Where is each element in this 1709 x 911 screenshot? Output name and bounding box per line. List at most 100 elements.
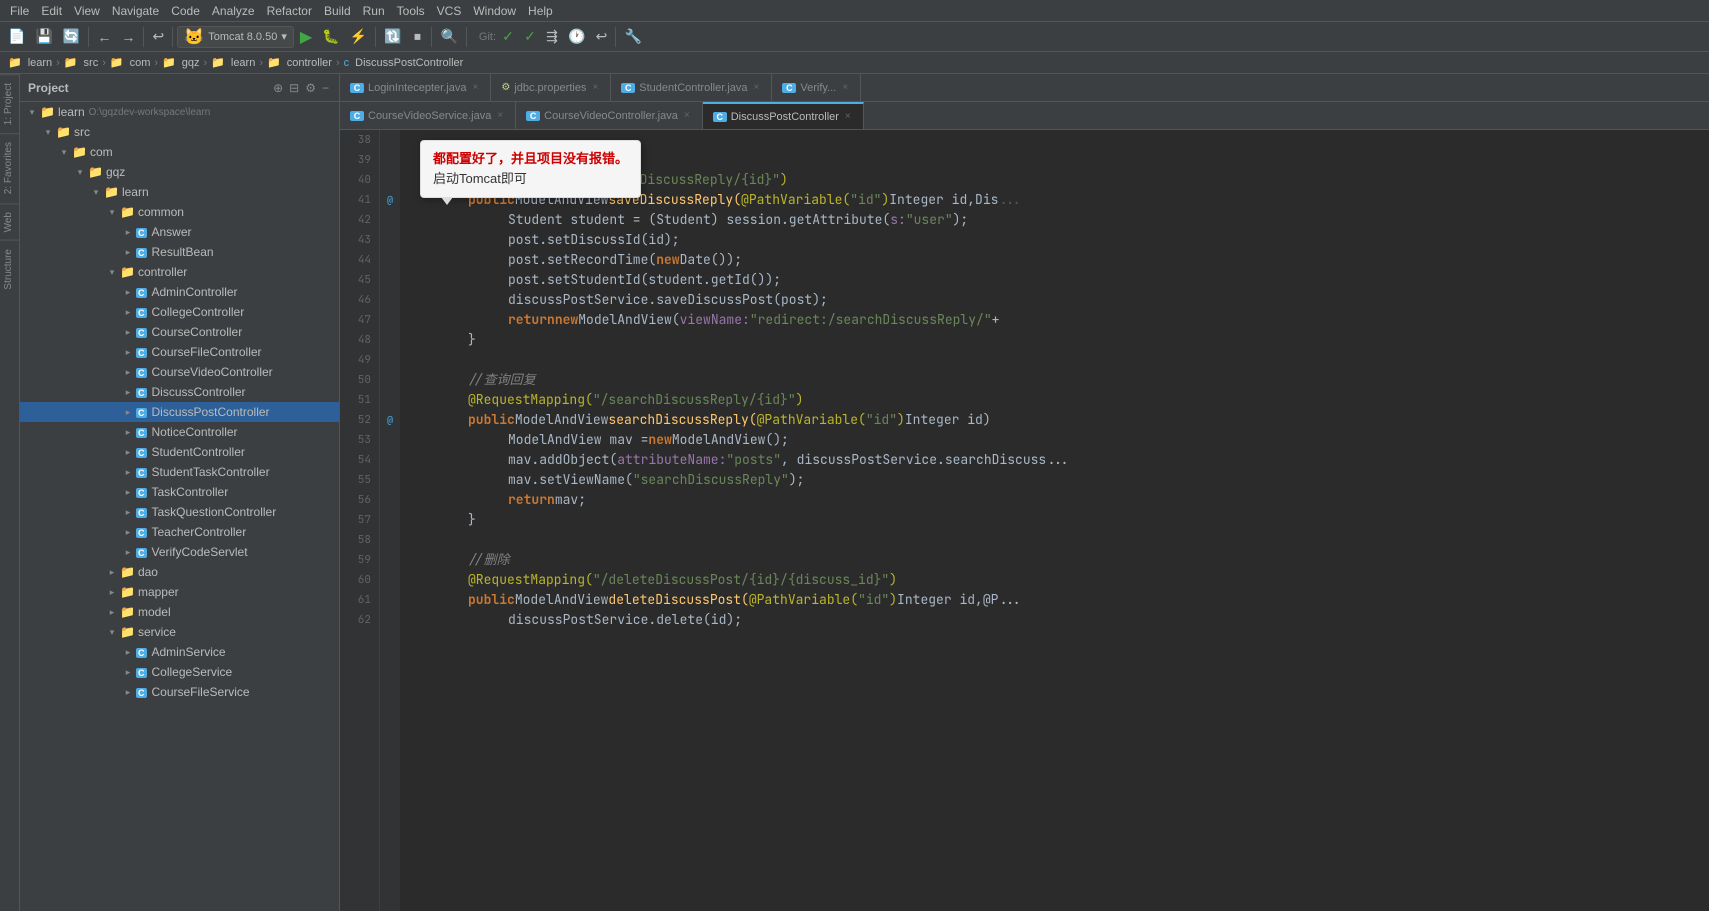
tree-item-mapper[interactable]: ▸ 📁 mapper: [20, 582, 339, 602]
panel-settings-btn[interactable]: ⚙: [303, 79, 318, 97]
tree-item-model[interactable]: ▸ 📁 model: [20, 602, 339, 622]
tree-item-CourseVideoController[interactable]: ▸ C CourseVideoController: [20, 362, 339, 382]
tab-LoginIntecepter[interactable]: C LoginIntecepter.java ×: [340, 74, 491, 101]
run-coverage-btn[interactable]: ⚡: [346, 25, 371, 49]
tree-item-learn-root[interactable]: ▾ 📁 learn O:\gqzdev-workspace\learn: [20, 102, 339, 122]
tree-item-service[interactable]: ▾ 📁 service: [20, 622, 339, 642]
tree-class-icon-Answer: C: [136, 225, 147, 239]
controller-breadcrumb-icon: 📁: [265, 56, 283, 69]
menu-file[interactable]: File: [4, 2, 35, 20]
tab-close-DiscussPostController[interactable]: ×: [843, 111, 853, 122]
tree-item-Answer[interactable]: ▸ C Answer: [20, 222, 339, 242]
back-btn[interactable]: ←: [93, 25, 115, 49]
tab-close-LoginIntecepter[interactable]: ×: [470, 82, 480, 93]
tree-item-StudentTaskController[interactable]: ▸ C StudentTaskController: [20, 462, 339, 482]
undo-btn[interactable]: ↩: [148, 25, 168, 49]
tree-item-ResultBean[interactable]: ▸ C ResultBean: [20, 242, 339, 262]
menu-navigate[interactable]: Navigate: [106, 2, 165, 20]
save-btn[interactable]: 💾: [31, 25, 56, 49]
tree-item-AdminController[interactable]: ▸ C AdminController: [20, 282, 339, 302]
tree-item-TeacherController[interactable]: ▸ C TeacherController: [20, 522, 339, 542]
menu-analyze[interactable]: Analyze: [206, 2, 261, 20]
breadcrumb-controller[interactable]: controller: [285, 57, 334, 69]
settings-btn[interactable]: 🔧: [620, 25, 645, 49]
tomcat-dropdown[interactable]: 🐱 Tomcat 8.0.50 ▾: [177, 26, 294, 48]
code-editor[interactable]: 都配置好了，并且项目没有报错。 启动Tomcat即可 38 39 40 41 4…: [340, 130, 1709, 911]
tab-close-CourseVideoController[interactable]: ×: [682, 110, 692, 121]
project-side-tab[interactable]: 1: Project: [0, 74, 19, 133]
new-file-btn[interactable]: 📄: [4, 25, 29, 49]
breadcrumb-gqz[interactable]: gqz: [180, 57, 202, 69]
tree-class-icon-AdminController: C: [136, 285, 147, 299]
tab-CourseVideoService[interactable]: C CourseVideoService.java ×: [340, 102, 516, 129]
sync-btn[interactable]: 🔄: [59, 25, 84, 49]
structure-side-tab[interactable]: Structure: [0, 240, 19, 298]
tab-close-StudentController[interactable]: ×: [752, 82, 762, 93]
tab-jdbc[interactable]: ⚙ jdbc.properties ×: [491, 74, 611, 101]
reload-btn[interactable]: 🔃: [380, 25, 405, 49]
code-content[interactable]: //添加回复 @RequestMapping("/saveDiscussRepl…: [400, 130, 1709, 911]
breadcrumb-discuss[interactable]: DiscussPostController: [353, 57, 465, 69]
tree-item-dao[interactable]: ▸ 📁 dao: [20, 562, 339, 582]
tree-folder-icon-com: 📁: [72, 145, 87, 159]
favorites-side-tab[interactable]: 2: Favorites: [0, 133, 19, 202]
tree-item-StudentController[interactable]: ▸ C StudentController: [20, 442, 339, 462]
menu-tools[interactable]: Tools: [391, 2, 431, 20]
web-side-tab[interactable]: Web: [0, 203, 19, 240]
tree-item-learn-sub[interactable]: ▾ 📁 learn: [20, 182, 339, 202]
run-btn[interactable]: ▶: [296, 25, 316, 49]
menu-view[interactable]: View: [68, 2, 106, 20]
tree-item-CourseFileService[interactable]: ▸ C CourseFileService: [20, 682, 339, 702]
tree-item-DiscussController[interactable]: ▸ C DiscussController: [20, 382, 339, 402]
tab-Verify[interactable]: C Verify... ×: [772, 74, 861, 101]
breadcrumb-learn-sub[interactable]: learn: [229, 57, 257, 69]
search-btn[interactable]: 🔍: [436, 25, 461, 49]
tree-item-AdminService[interactable]: ▸ C AdminService: [20, 642, 339, 662]
tree-item-TaskQuestionController[interactable]: ▸ C TaskQuestionController: [20, 502, 339, 522]
tree-item-NoticeController[interactable]: ▸ C NoticeController: [20, 422, 339, 442]
tree-item-CollegeService[interactable]: ▸ C CollegeService: [20, 662, 339, 682]
menu-window[interactable]: Window: [467, 2, 522, 20]
tree-item-VerifyCodeServlet[interactable]: ▸ C VerifyCodeServlet: [20, 542, 339, 562]
tab-CourseVideoController[interactable]: C CourseVideoController.java ×: [516, 102, 703, 129]
tab-close-CourseVideoService[interactable]: ×: [495, 110, 505, 121]
breadcrumb-src[interactable]: src: [82, 57, 101, 69]
menu-edit[interactable]: Edit: [35, 2, 68, 20]
tree-item-CollegeController[interactable]: ▸ C CollegeController: [20, 302, 339, 322]
menu-vcs[interactable]: VCS: [431, 2, 468, 20]
tree-item-src[interactable]: ▾ 📁 src: [20, 122, 339, 142]
menu-run[interactable]: Run: [357, 2, 391, 20]
debug-btn[interactable]: 🐛: [318, 25, 343, 49]
git-update-btn[interactable]: ✓: [498, 25, 518, 49]
git-history-btn[interactable]: 🕐: [564, 25, 589, 49]
tree-item-CourseFileController[interactable]: ▸ C CourseFileController: [20, 342, 339, 362]
panel-add-btn[interactable]: ⊕: [271, 79, 285, 97]
git-undo-btn[interactable]: ↩: [591, 25, 611, 49]
menu-refactor[interactable]: Refactor: [261, 2, 318, 20]
panel-collapse-btn[interactable]: ⊟: [287, 79, 301, 97]
gutter-53: [380, 430, 400, 450]
tab-DiscussPostController[interactable]: C DiscussPostController ×: [703, 102, 864, 129]
breadcrumb-learn[interactable]: learn: [26, 57, 54, 69]
menu-code[interactable]: Code: [165, 2, 206, 20]
tree-class-icon-NoticeController: C: [136, 425, 147, 439]
tree-item-common[interactable]: ▾ 📁 common: [20, 202, 339, 222]
ln-44: 44: [344, 250, 371, 270]
tree-item-DiscussPostController[interactable]: ▸ C DiscussPostController: [20, 402, 339, 422]
menu-help[interactable]: Help: [522, 2, 559, 20]
tree-item-controller[interactable]: ▾ 📁 controller: [20, 262, 339, 282]
git-branch-btn[interactable]: ⇶: [542, 25, 562, 49]
tree-item-com[interactable]: ▾ 📁 com: [20, 142, 339, 162]
tab-close-jdbc[interactable]: ×: [590, 82, 600, 93]
tree-item-gqz[interactable]: ▾ 📁 gqz: [20, 162, 339, 182]
tree-item-TaskController[interactable]: ▸ C TaskController: [20, 482, 339, 502]
tab-close-Verify[interactable]: ×: [840, 82, 850, 93]
stop-btn[interactable]: ⏹: [407, 25, 427, 49]
panel-minimize-btn[interactable]: −: [320, 79, 331, 97]
tree-item-CourseController[interactable]: ▸ C CourseController: [20, 322, 339, 342]
tab-StudentController[interactable]: C StudentController.java ×: [611, 74, 772, 101]
menu-build[interactable]: Build: [318, 2, 357, 20]
breadcrumb-com[interactable]: com: [128, 57, 153, 69]
forward-btn[interactable]: →: [117, 25, 139, 49]
git-push-btn[interactable]: ✓: [520, 25, 540, 49]
